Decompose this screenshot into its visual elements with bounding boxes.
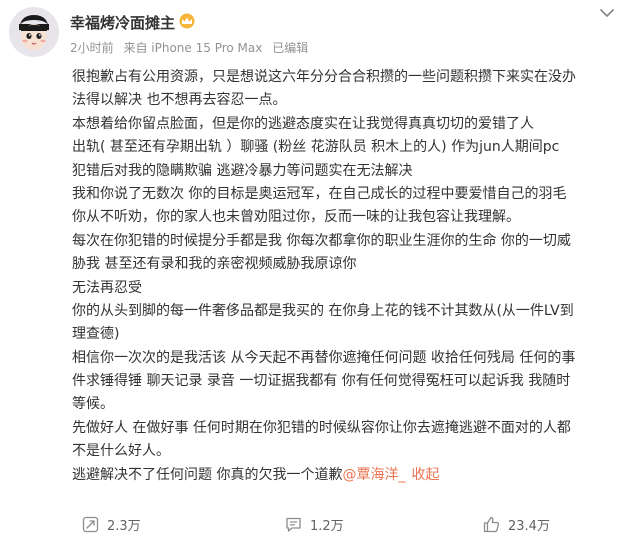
weibo-post: 幸福烤冷面摊主 2小时前 来自 iPhone 15 Pro Max 已编辑 很抱… — [0, 0, 627, 539]
repost-count: 2.3万 — [107, 518, 141, 534]
content-line: 相信你一次次的是我活该 从今天起不再替你遮掩任何问题 收拾任何残局 任何的事 — [72, 349, 576, 366]
content-line: 出轨( 甚至还有孕期出轨 ）聊骚 (粉丝 花游队员 积木上的人) 作为jun人期… — [72, 139, 560, 156]
action-bar: 2.3万 1.2万 23.4万 — [0, 512, 627, 536]
content-line: 我和你说了无数次 你的目标是奥运冠军，在自己成长的过程中要爱惜自己的羽毛 — [72, 185, 567, 202]
content-text: 逃避解决不了任何问题 你真的欠我一个道歉 — [72, 466, 343, 483]
post-source: 来自 iPhone 15 Pro Max — [123, 41, 263, 55]
content-line: 法得以解决 也不想再去容忍一点。 — [72, 92, 287, 109]
content-last-line: 逃避解决不了任何问题 你真的欠我一个道歉@覃海洋_ 收起 — [72, 464, 620, 487]
repost-button[interactable]: 2.3万 — [82, 512, 141, 536]
comment-icon — [286, 517, 301, 532]
post-time[interactable]: 2小时前 — [70, 41, 114, 55]
content-line: 你的从头到脚的每一件奢侈品都是我买的 在你身上花的钱不计其数从(从一件LV到 — [72, 302, 574, 319]
comment-button[interactable]: 1.2万 — [285, 512, 344, 536]
like-button[interactable]: 23.4万 — [483, 512, 550, 536]
collapse-link[interactable]: 收起 — [411, 467, 439, 483]
content-line: 无法再忍受 — [72, 279, 142, 296]
chevron-down-icon[interactable] — [596, 5, 618, 21]
content-line: 件求锤得锤 聊天记录 录音 一切证据我都有 你有任何觉得冤枉可以起诉我 我随时 — [72, 373, 571, 390]
edited-label[interactable]: 已编辑 — [272, 41, 308, 55]
thumbs-up-icon — [483, 516, 500, 532]
content-line: 很抱歉占有公用资源，只是想说这六年分分合合积攒的一些问题积攒下来实在没办 — [72, 69, 576, 85]
crown-icon — [179, 13, 195, 29]
content-line: 先做好人 在做好事 任何时期在你犯错的时候纵容你让你去遮掩逃避不面对的人都 — [72, 419, 571, 436]
content-line: 理查德) — [72, 326, 120, 343]
comment-count: 1.2万 — [310, 518, 344, 534]
mention-link[interactable]: @覃海洋_ — [342, 467, 405, 483]
like-count: 23.4万 — [508, 518, 550, 534]
avatar[interactable] — [9, 7, 59, 57]
content-line: 胁我 甚至还有录和我的亲密视频威胁我原谅你 — [72, 256, 357, 273]
repost-icon — [82, 516, 99, 532]
content-line: 本想着给你留点脸面，但是你的逃避态度实在让我觉得真真切切的爱错了人 — [72, 115, 534, 132]
post-content: 很抱歉占有公用资源，只是想说这六年分分合合积攒的一些问题积攒下来实在没办 法得以… — [72, 66, 620, 487]
content-line: 每次在你犯错的时候提分手都是我 你每次都拿你的职业生涯你的生命 你的一切威 — [72, 232, 571, 249]
content-line: 等候。 — [72, 396, 114, 413]
content-line: 犯错后对我的隐瞒欺骗 逃避冷暴力等问题实在无法解决 — [72, 162, 413, 179]
content-line: 不是什么好人。 — [72, 443, 170, 460]
post-meta: 2小时前 来自 iPhone 15 Pro Max 已编辑 — [70, 39, 314, 56]
author-name[interactable]: 幸福烤冷面摊主 — [70, 12, 175, 33]
content-line: 你从不听劝，你的家人也未曾劝阻过你，反而一味的让我包容让我理解。 — [72, 209, 520, 226]
